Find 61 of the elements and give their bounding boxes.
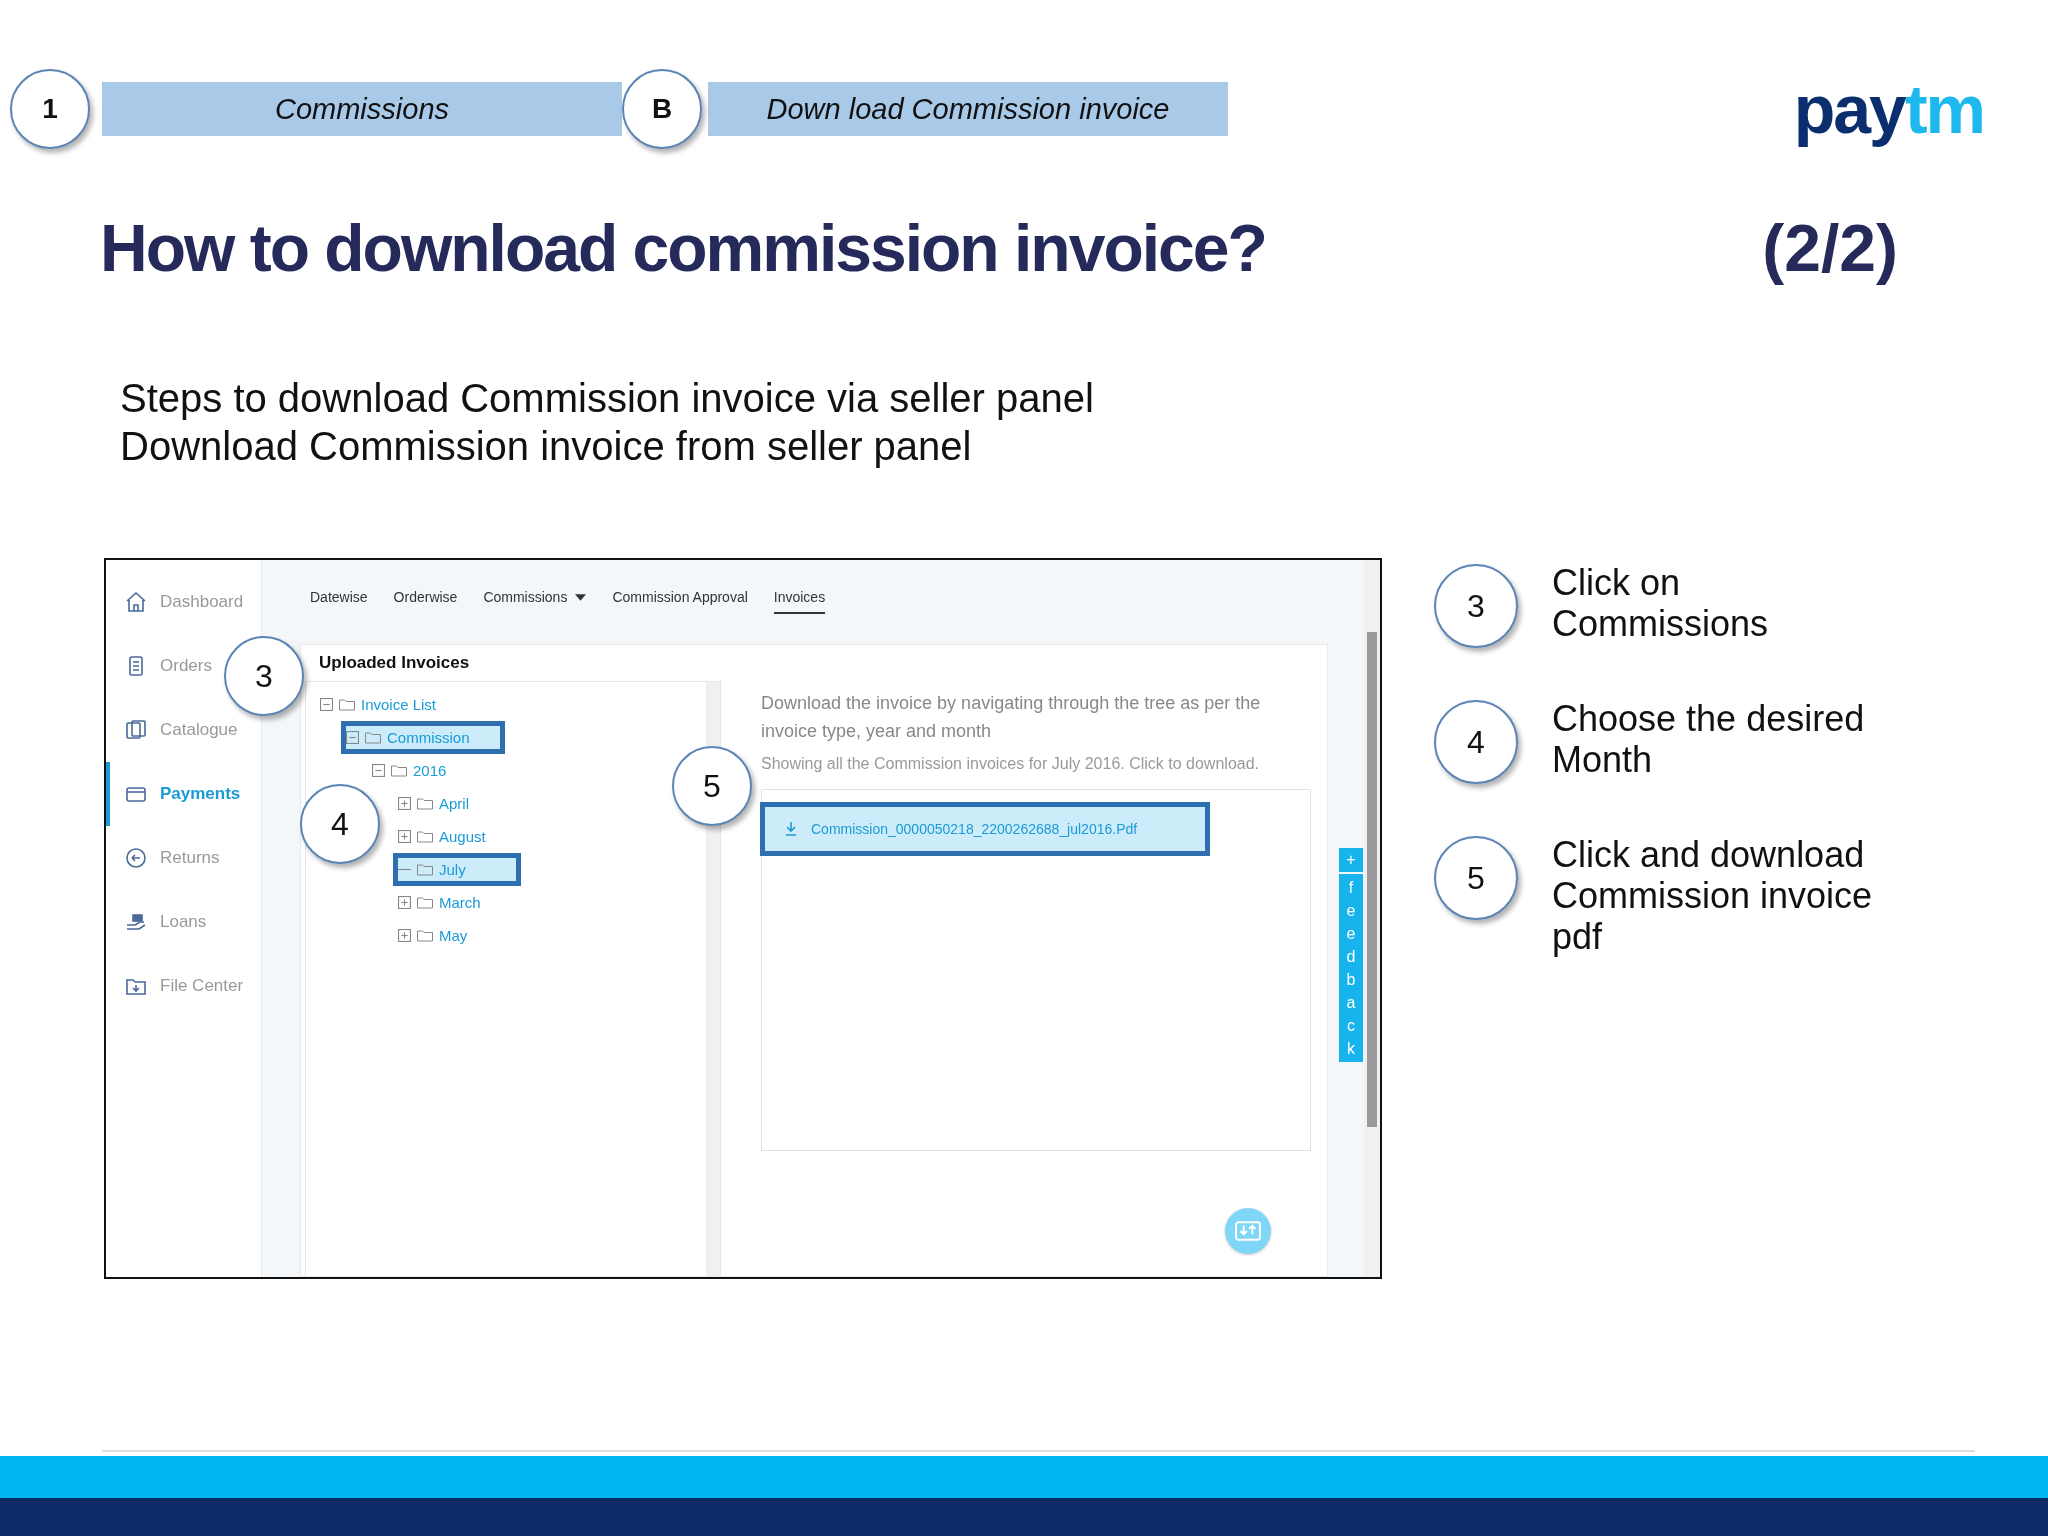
house-icon (124, 590, 148, 614)
upload-download-icon (1235, 1220, 1261, 1242)
tab[interactable]: Datewise (310, 582, 368, 614)
tree-item[interactable]: Invoice List (315, 688, 446, 721)
folder-icon (417, 830, 433, 843)
expand-icon[interactable] (398, 896, 411, 909)
step-text: Click and download Commission invoice pdf (1552, 834, 1874, 957)
tab[interactable]: Commissions (483, 582, 587, 614)
expand-icon[interactable] (398, 830, 411, 843)
page-count: (2/2) (1762, 210, 1898, 286)
tree-item[interactable]: May (393, 919, 477, 952)
sub-step-letter: B (622, 69, 702, 149)
step-number: 1 (10, 69, 90, 149)
feedback-tab[interactable]: feedback (1339, 874, 1363, 1062)
download-icon (785, 822, 797, 836)
step-text: Choose the desired Month (1552, 698, 1866, 780)
status-text: Showing all the Commission invoices for July 2016. Click to download. (761, 755, 1260, 773)
tree-item[interactable]: April (393, 787, 478, 820)
tree-item[interactable]: March (393, 886, 490, 919)
step-number: 4 (1434, 700, 1518, 784)
folder-icon (417, 863, 433, 876)
sidebar-item[interactable]: Orders (106, 634, 212, 698)
subtitle: Download Commission invoice from seller panel (120, 423, 973, 470)
tab[interactable]: Orderwise (393, 582, 458, 614)
tab[interactable]: Commission Approval (612, 582, 748, 614)
collapse-icon[interactable] (346, 731, 359, 744)
file-link[interactable]: Commission_0000050218_2200262688_jul2016.Pdf (760, 802, 1210, 856)
sidebar-item[interactable]: Dashboard (106, 570, 244, 634)
step-number: 3 (1434, 564, 1518, 648)
caret-icon (575, 593, 587, 601)
description: Download the invoice by navigating through the tree as per the invoice type, year and month (761, 692, 1262, 743)
folder-icon (417, 896, 433, 909)
panel-title: Uploaded Invoices (318, 652, 471, 674)
subtitle: Steps to download Commission invoice via seller panel (120, 375, 1095, 422)
sidebar-item[interactable]: File Center (106, 954, 244, 1018)
feedback-plus-button[interactable]: + (1339, 848, 1363, 872)
sub-section-banner: Down load Commission invoice (708, 82, 1228, 136)
folder-icon (365, 731, 381, 744)
folder-icon (417, 797, 433, 810)
step-number: 5 (1434, 836, 1518, 920)
sidebar-item[interactable]: Loans (106, 890, 207, 954)
folder-icon (339, 698, 355, 711)
section-banner: Commissions (102, 82, 622, 136)
tree-item[interactable]: 2016 (367, 754, 456, 787)
sidebar-item[interactable]: Payments (106, 762, 241, 826)
expand-icon[interactable] (398, 797, 411, 810)
collapse-icon[interactable] (372, 764, 385, 777)
step-text: Click on Commissions (1552, 562, 1770, 644)
tree-item[interactable]: July (393, 853, 521, 886)
expand-icon[interactable] (398, 929, 411, 942)
scrollbar[interactable] (1364, 560, 1380, 1277)
slide-title: How to download commission invoice? (100, 210, 1266, 286)
collapse-icon[interactable] (320, 698, 333, 711)
tree-item[interactable]: August (393, 820, 495, 853)
tree-item[interactable]: Commission (341, 721, 505, 754)
tab[interactable]: Invoices (773, 582, 826, 614)
sidebar-item[interactable]: Returns (106, 826, 220, 890)
folder-icon (391, 764, 407, 777)
logo: paytm (1792, 69, 1985, 149)
cards-icon (124, 718, 148, 742)
folder-icon (417, 929, 433, 942)
